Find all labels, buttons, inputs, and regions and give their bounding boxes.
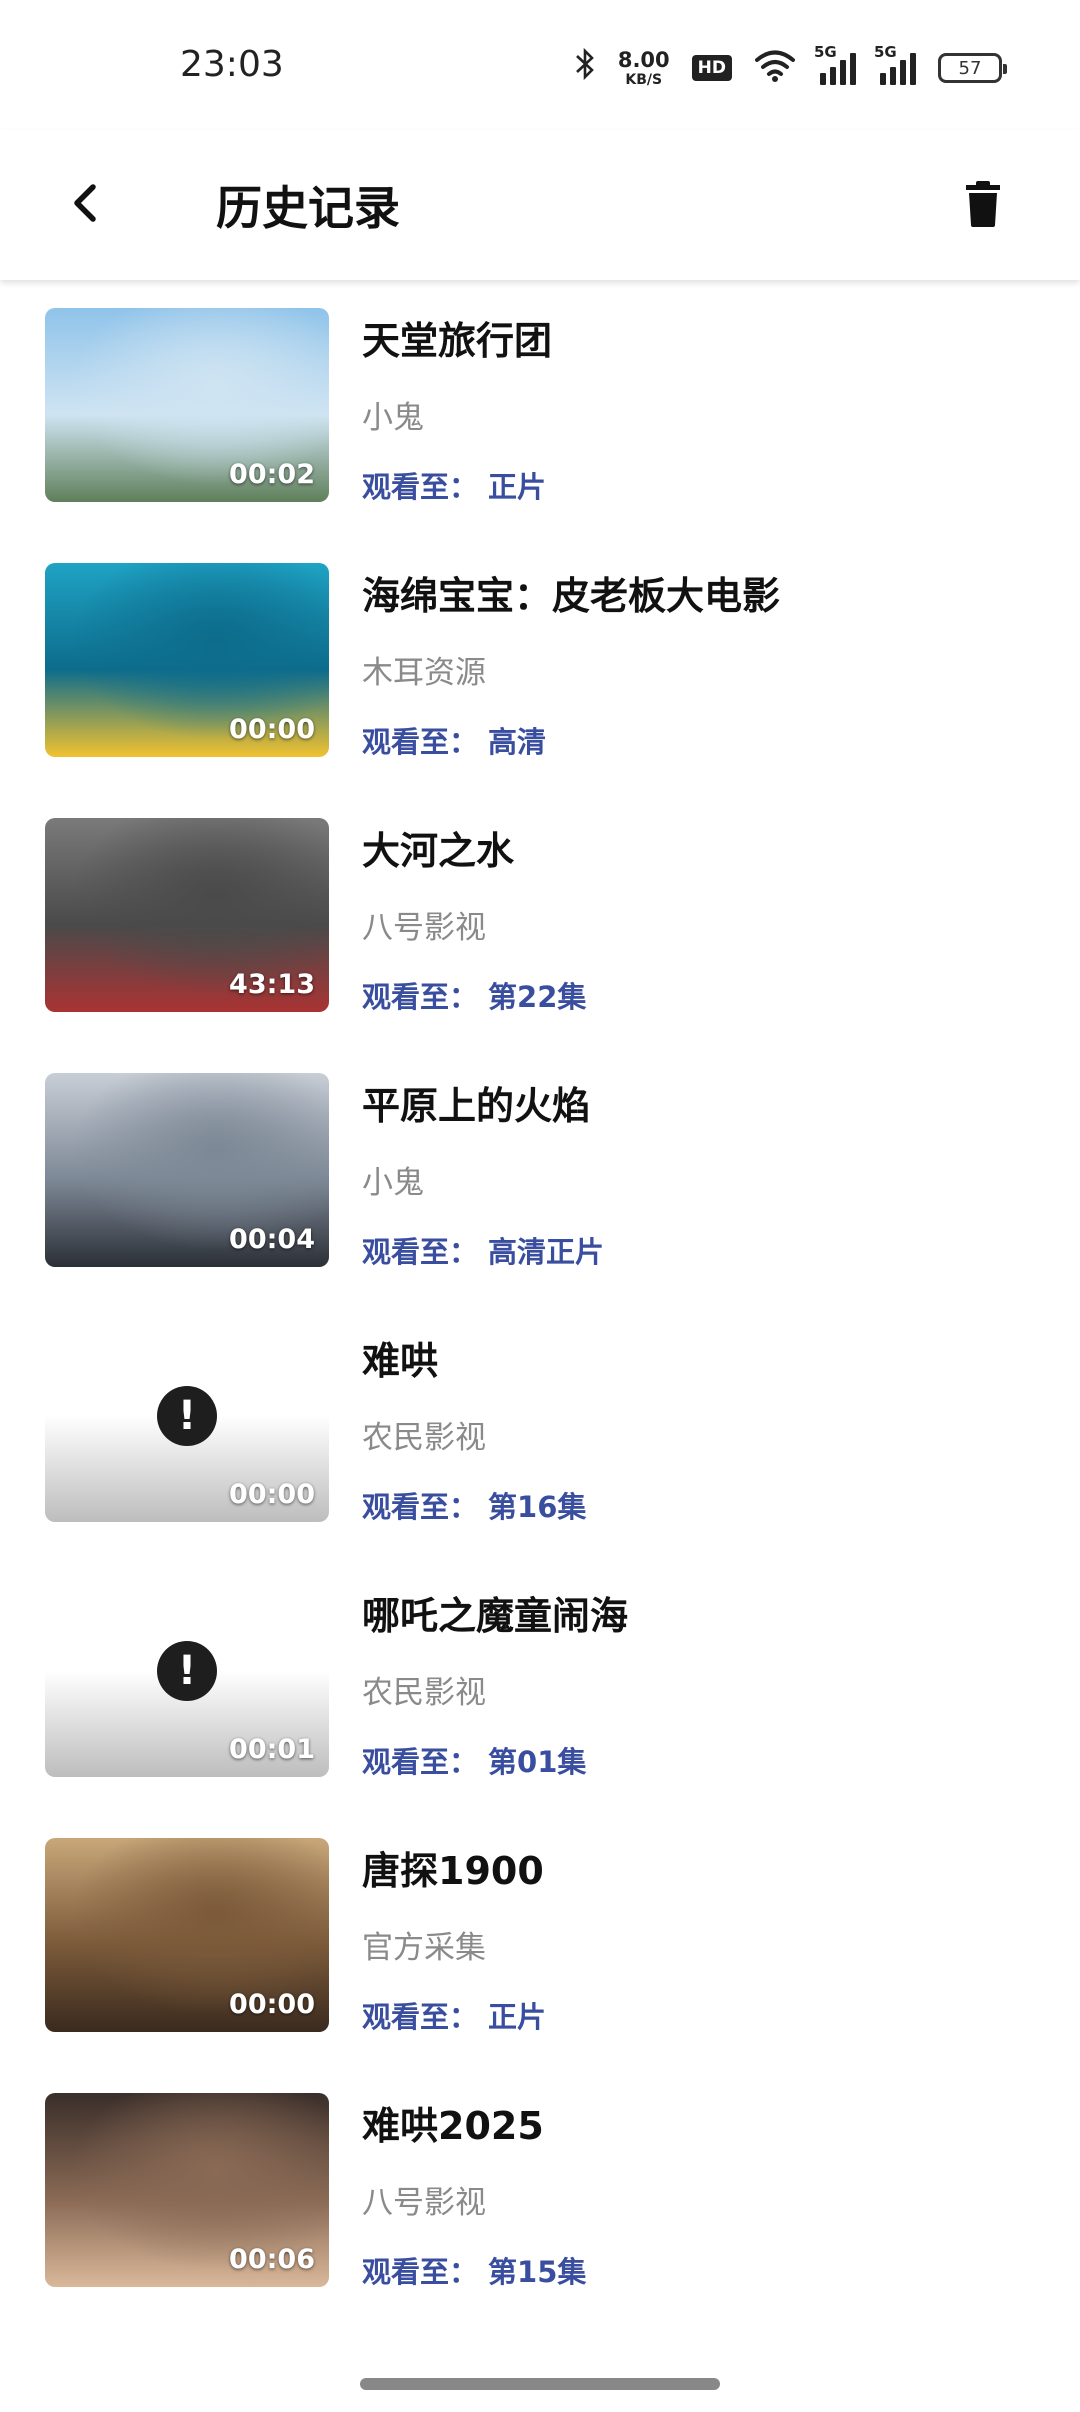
history-item[interactable]: 00:00 唐探1900 官方采集观看至： 正片 bbox=[0, 1810, 1080, 2034]
status-time: 23:03 bbox=[180, 44, 284, 85]
item-progress: 观看至： 正片 bbox=[362, 1994, 546, 2036]
progress-label: 观看至： bbox=[362, 2255, 479, 2289]
back-button[interactable] bbox=[50, 168, 120, 238]
playback-position: 00:06 bbox=[229, 2244, 315, 2275]
hd-icon: HD bbox=[691, 55, 732, 81]
item-title: 难哄2025 bbox=[362, 2104, 544, 2148]
item-source: 小鬼 bbox=[362, 1165, 424, 1201]
item-source: 八号影视 bbox=[362, 2185, 486, 2221]
battery-icon: 57 bbox=[938, 53, 1007, 83]
item-title: 哪吒之魔童闹海 bbox=[362, 1594, 629, 1638]
item-progress: 观看至： 高清正片 bbox=[362, 1229, 604, 1271]
progress-label: 观看至： bbox=[362, 2000, 479, 2034]
error-icon: ! bbox=[157, 1641, 217, 1701]
history-item[interactable]: 00:00 海绵宝宝：皮老板大电影木耳资源观看至： 高清 bbox=[0, 535, 1080, 759]
progress-label: 观看至： bbox=[362, 1745, 479, 1779]
thumbnail-image[interactable]: 00:02 bbox=[45, 308, 329, 502]
app-header: 历史记录 bbox=[0, 130, 1080, 280]
history-item[interactable]: 00:04 平原上的火焰小鬼观看至： 高清正片 bbox=[0, 1045, 1080, 1269]
item-source: 农民影视 bbox=[362, 1675, 486, 1711]
item-title: 大河之水 bbox=[362, 829, 515, 873]
signal-label: 5G bbox=[814, 43, 837, 61]
playback-position: 00:04 bbox=[229, 1224, 315, 1255]
history-item[interactable]: ! 00:01 哪吒之魔童闹海农民影视观看至： 第01集 bbox=[0, 1555, 1080, 1779]
signal-icon: 5G bbox=[874, 43, 916, 85]
thumbnail-image[interactable]: 00:00 bbox=[45, 1838, 329, 2032]
battery-level: 57 bbox=[958, 57, 982, 79]
playback-position: 00:00 bbox=[229, 1479, 315, 1510]
status-icons: 8.00 KB/S HD 5G 5G 57 bbox=[574, 43, 1007, 89]
progress-value: 第16集 bbox=[488, 1490, 587, 1524]
wifi-icon bbox=[754, 49, 796, 87]
error-icon: ! bbox=[157, 1386, 217, 1446]
item-title: 平原上的火焰 bbox=[362, 1084, 591, 1128]
playback-position: 00:00 bbox=[229, 1989, 315, 2020]
item-title: 唐探1900 bbox=[362, 1849, 544, 1893]
delete-all-button[interactable] bbox=[948, 164, 1018, 244]
signal-icon: 5G bbox=[814, 43, 856, 85]
item-progress: 观看至： 第01集 bbox=[362, 1739, 586, 1781]
item-progress: 观看至： 第16集 bbox=[362, 1484, 586, 1526]
item-source: 官方采集 bbox=[362, 1930, 486, 1966]
network-speed-value: 8.00 bbox=[617, 47, 670, 72]
item-progress: 观看至： 正片 bbox=[362, 464, 546, 506]
progress-value: 第15集 bbox=[488, 2255, 587, 2289]
progress-value: 高清正片 bbox=[488, 1235, 605, 1269]
item-title: 海绵宝宝：皮老板大电影 bbox=[362, 574, 781, 618]
history-item[interactable]: 00:06 难哄2025 八号影视观看至： 第15集 bbox=[0, 2065, 1080, 2289]
thumbnail-placeholder[interactable]: ! 00:00 bbox=[45, 1328, 329, 1522]
item-source: 农民影视 bbox=[362, 1420, 486, 1456]
history-item[interactable]: 00:02 天堂旅行团小鬼观看至： 正片 bbox=[0, 280, 1080, 504]
progress-label: 观看至： bbox=[362, 470, 479, 504]
signal-label: 5G bbox=[874, 43, 897, 61]
item-source: 小鬼 bbox=[362, 400, 424, 436]
progress-value: 第01集 bbox=[488, 1745, 587, 1779]
progress-label: 观看至： bbox=[362, 725, 479, 759]
playback-position: 00:01 bbox=[229, 1734, 315, 1765]
item-progress: 观看至： 第15集 bbox=[362, 2249, 586, 2291]
item-progress: 观看至： 第22集 bbox=[362, 974, 586, 1016]
item-title: 难哄 bbox=[362, 1339, 439, 1383]
progress-value: 第22集 bbox=[488, 980, 587, 1014]
progress-label: 观看至： bbox=[362, 1235, 479, 1269]
page-title: 历史记录 bbox=[216, 181, 400, 235]
home-indicator[interactable] bbox=[360, 2378, 720, 2390]
progress-value: 正片 bbox=[488, 470, 547, 504]
thumbnail-placeholder[interactable]: ! 00:01 bbox=[45, 1583, 329, 1777]
chevron-left-icon bbox=[74, 184, 96, 222]
progress-label: 观看至： bbox=[362, 1490, 479, 1524]
progress-value: 高清 bbox=[488, 725, 547, 759]
item-source: 八号影视 bbox=[362, 910, 486, 946]
item-progress: 观看至： 高清 bbox=[362, 719, 546, 761]
status-bar: 23:03 8.00 KB/S HD 5G 5G 57 bbox=[0, 0, 1080, 130]
thumbnail-image[interactable]: 00:06 bbox=[45, 2093, 329, 2287]
history-item[interactable]: 43:13 大河之水八号影视观看至： 第22集 bbox=[0, 790, 1080, 1014]
playback-position: 00:00 bbox=[229, 714, 315, 745]
progress-label: 观看至： bbox=[362, 980, 479, 1014]
thumbnail-image[interactable]: 00:04 bbox=[45, 1073, 329, 1267]
thumbnail-image[interactable]: 00:00 bbox=[45, 563, 329, 757]
item-source: 木耳资源 bbox=[362, 655, 486, 691]
bluetooth-icon bbox=[574, 47, 596, 89]
item-title: 天堂旅行团 bbox=[362, 319, 553, 363]
history-item[interactable]: ! 00:00 难哄农民影视观看至： 第16集 bbox=[0, 1300, 1080, 1524]
playback-position: 00:02 bbox=[229, 459, 315, 490]
playback-position: 43:13 bbox=[229, 969, 315, 1000]
network-speed-unit: KB/S bbox=[625, 71, 663, 88]
trash-icon bbox=[966, 181, 1000, 227]
network-speed: 8.00 KB/S bbox=[617, 47, 670, 88]
thumbnail-image[interactable]: 43:13 bbox=[45, 818, 329, 1012]
progress-value: 正片 bbox=[488, 2000, 547, 2034]
